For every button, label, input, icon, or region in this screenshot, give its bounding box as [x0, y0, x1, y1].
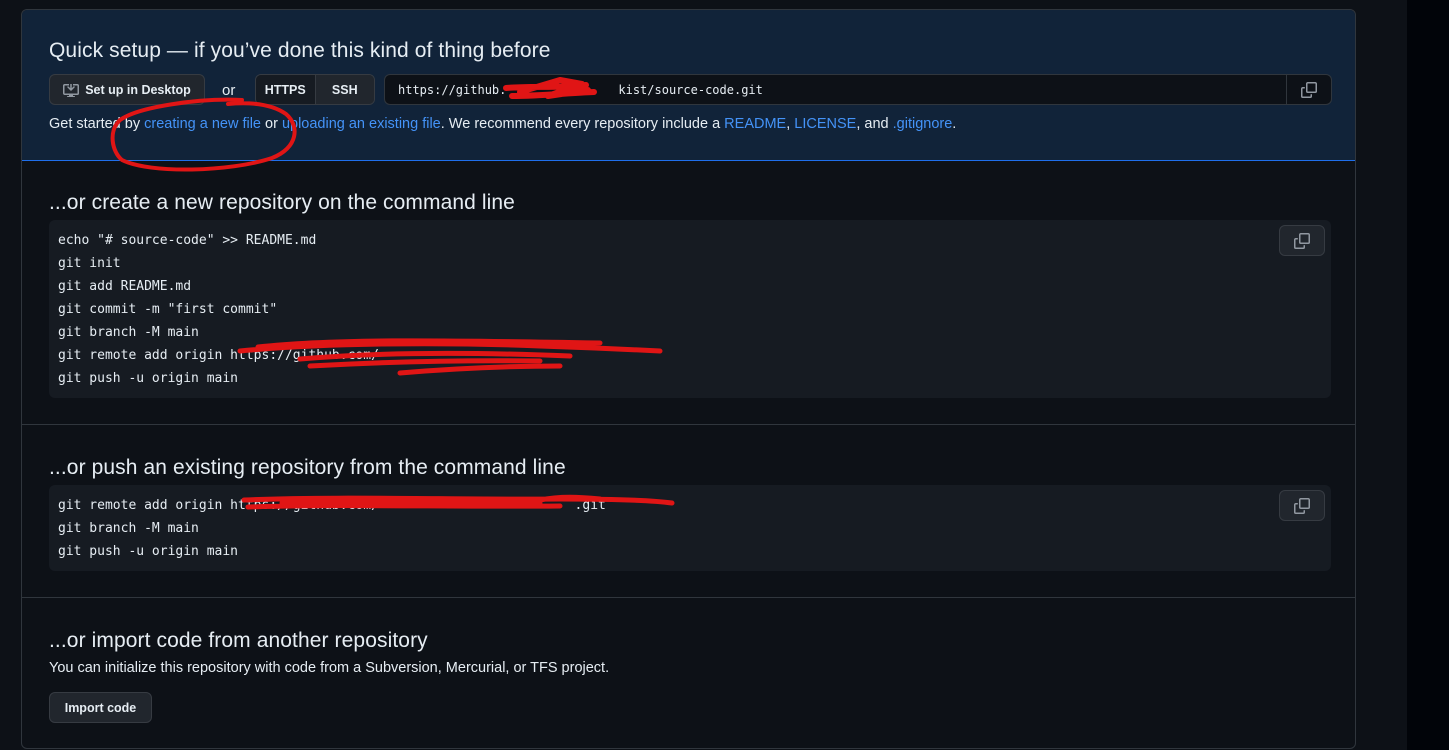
clone-url-start: https://github.: [398, 82, 507, 97]
code-line: git remote add origin https://github.com…: [58, 498, 606, 513]
quick-setup-container: Quick setup — if you’ve done this kind o…: [21, 9, 1356, 749]
clone-url-field: https://github. kist/source-code.git: [384, 74, 1332, 105]
get-started-or: or: [260, 116, 282, 132]
code-line: git commit -m "first commit": [58, 302, 278, 317]
get-started-and: , and: [856, 116, 893, 132]
copy-icon: [1301, 81, 1317, 98]
section-divider: [22, 597, 1355, 598]
get-started-text: Get started by creating a new file or up…: [49, 116, 956, 132]
code-line: git branch -M main: [58, 325, 199, 340]
clone-url-end: kist/source-code.git: [618, 82, 763, 97]
copy-new-repo-button[interactable]: [1279, 225, 1325, 256]
get-started-recommend: . We recommend every repository include …: [440, 116, 725, 132]
new-repo-title: ...or create a new repository on the com…: [49, 191, 515, 214]
https-button[interactable]: HTTPS: [256, 75, 315, 104]
quick-setup-title: Quick setup — if you’ve done this kind o…: [49, 39, 551, 62]
import-code-description: You can initialize this repository with …: [49, 660, 610, 676]
create-new-file-link[interactable]: creating a new file: [144, 116, 261, 132]
gitignore-link[interactable]: .gitignore: [893, 116, 953, 132]
copy-push-existing-button[interactable]: [1279, 490, 1325, 521]
import-code-title: ...or import code from another repositor…: [49, 629, 428, 652]
code-line: git init: [58, 256, 121, 271]
import-code-button[interactable]: Import code: [49, 692, 152, 723]
new-repo-code-block: echo "# source-code" >> README.md git in…: [49, 220, 1331, 398]
copy-url-button[interactable]: [1286, 75, 1331, 104]
code-line: git add README.md: [58, 279, 192, 294]
setup-desktop-label: Set up in Desktop: [85, 82, 191, 97]
setup-desktop-button[interactable]: Set up in Desktop: [49, 74, 205, 105]
code-line: git push -u origin main: [58, 371, 239, 386]
license-link[interactable]: LICENSE: [794, 116, 856, 132]
ssh-button[interactable]: SSH: [314, 75, 374, 104]
get-started-period: .: [952, 116, 957, 132]
protocol-toggle: HTTPS SSH: [255, 74, 375, 105]
push-existing-title: ...or push an existing repository from t…: [49, 456, 566, 479]
code-line: echo "# source-code" >> README.md: [58, 233, 317, 248]
code-line: git push -u origin main: [58, 544, 239, 559]
clone-url-input[interactable]: https://github. kist/source-code.git: [385, 75, 1286, 104]
quick-setup-panel: Quick setup — if you’ve done this kind o…: [22, 10, 1355, 161]
section-divider: [22, 424, 1355, 425]
code-line: git remote add origin https://github.com…: [58, 348, 379, 363]
get-started-prefix: Get started by: [49, 116, 145, 132]
or-text: or: [222, 82, 236, 99]
code-line: git branch -M main: [58, 521, 199, 536]
readme-link[interactable]: README: [724, 116, 786, 132]
page-edge: [1407, 0, 1449, 750]
upload-file-link[interactable]: uploading an existing file: [282, 116, 441, 132]
copy-icon: [1294, 232, 1310, 249]
desktop-download-icon: [63, 83, 80, 97]
push-existing-code-block: git remote add origin https://github.com…: [49, 485, 1331, 571]
copy-icon: [1294, 497, 1310, 514]
